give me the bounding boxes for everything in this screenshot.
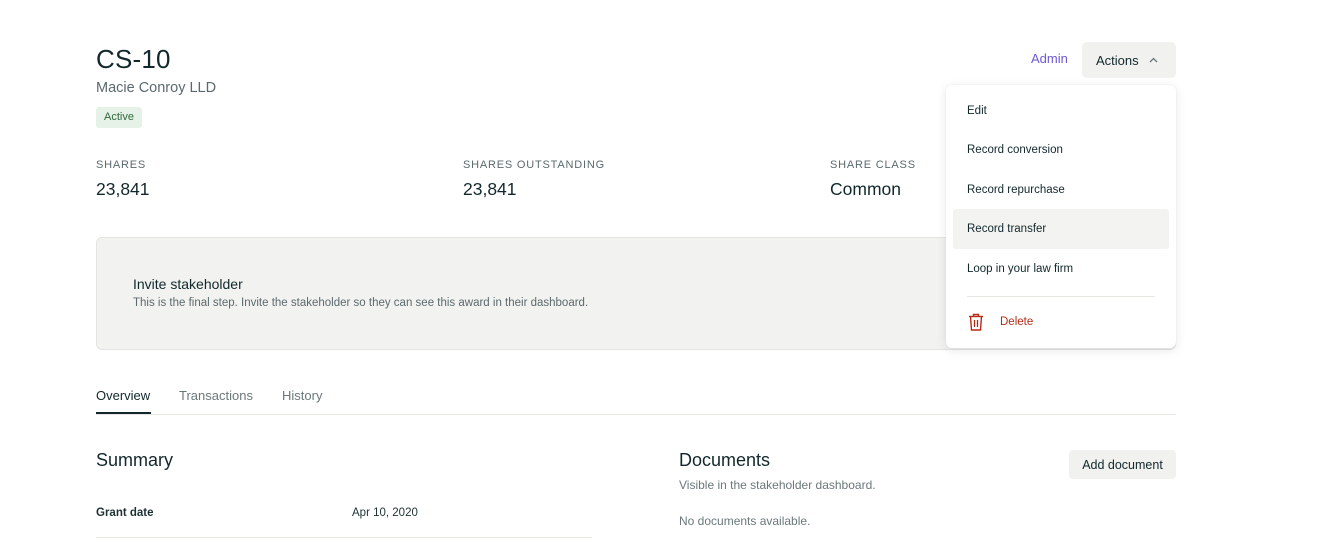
menu-item-record-transfer[interactable]: Record transfer [953,209,1169,249]
active-tab-indicator [96,412,151,414]
stat-value-shares: 23,841 [96,179,150,199]
tabs-divider [96,414,1176,415]
grant-date-value: Apr 10, 2020 [352,507,418,519]
company-name: Macie Conroy LLD [96,80,217,96]
add-document-button[interactable]: Add document [1069,450,1176,479]
status-badge: Active [96,107,142,128]
stat-value-shares-outstanding: 23,841 [463,179,517,199]
chevron-up-icon [1149,55,1159,65]
actions-menu: Edit Record conversion Record repurchase… [946,85,1176,348]
page-title: CS-10 [96,44,171,74]
tab-overview[interactable]: Overview [96,388,150,403]
tab-transactions[interactable]: Transactions [179,388,253,403]
documents-title: Documents [679,450,771,470]
stat-label-share-class: SHARE CLASS [830,159,916,171]
tab-history[interactable]: History [282,388,322,403]
trash-icon [967,312,985,332]
summary-row-divider [96,537,592,538]
menu-item-delete[interactable]: Delete [953,307,1169,337]
stat-label-shares-outstanding: SHARES OUTSTANDING [463,159,605,171]
admin-link[interactable]: Admin [1031,51,1068,66]
stat-value-share-class: Common [830,179,901,199]
invite-description: This is the final step. Invite the stake… [133,297,589,309]
menu-item-delete-label: Delete [1000,316,1034,328]
invite-title: Invite stakeholder [133,276,243,292]
menu-item-record-conversion[interactable]: Record conversion [953,130,1169,170]
grant-date-label: Grant date [96,507,154,519]
documents-empty-text: No documents available. [679,514,811,528]
actions-button[interactable]: Actions [1082,42,1176,78]
menu-divider [967,296,1155,297]
summary-title: Summary [96,450,174,470]
actions-button-label: Actions [1096,52,1139,68]
menu-item-record-repurchase[interactable]: Record repurchase [953,170,1169,210]
documents-subtitle: Visible in the stakeholder dashboard. [679,478,876,492]
menu-item-loop-in-law-firm[interactable]: Loop in your law firm [953,249,1169,289]
stat-label-shares: SHARES [96,159,147,171]
menu-item-edit[interactable]: Edit [953,91,1169,131]
